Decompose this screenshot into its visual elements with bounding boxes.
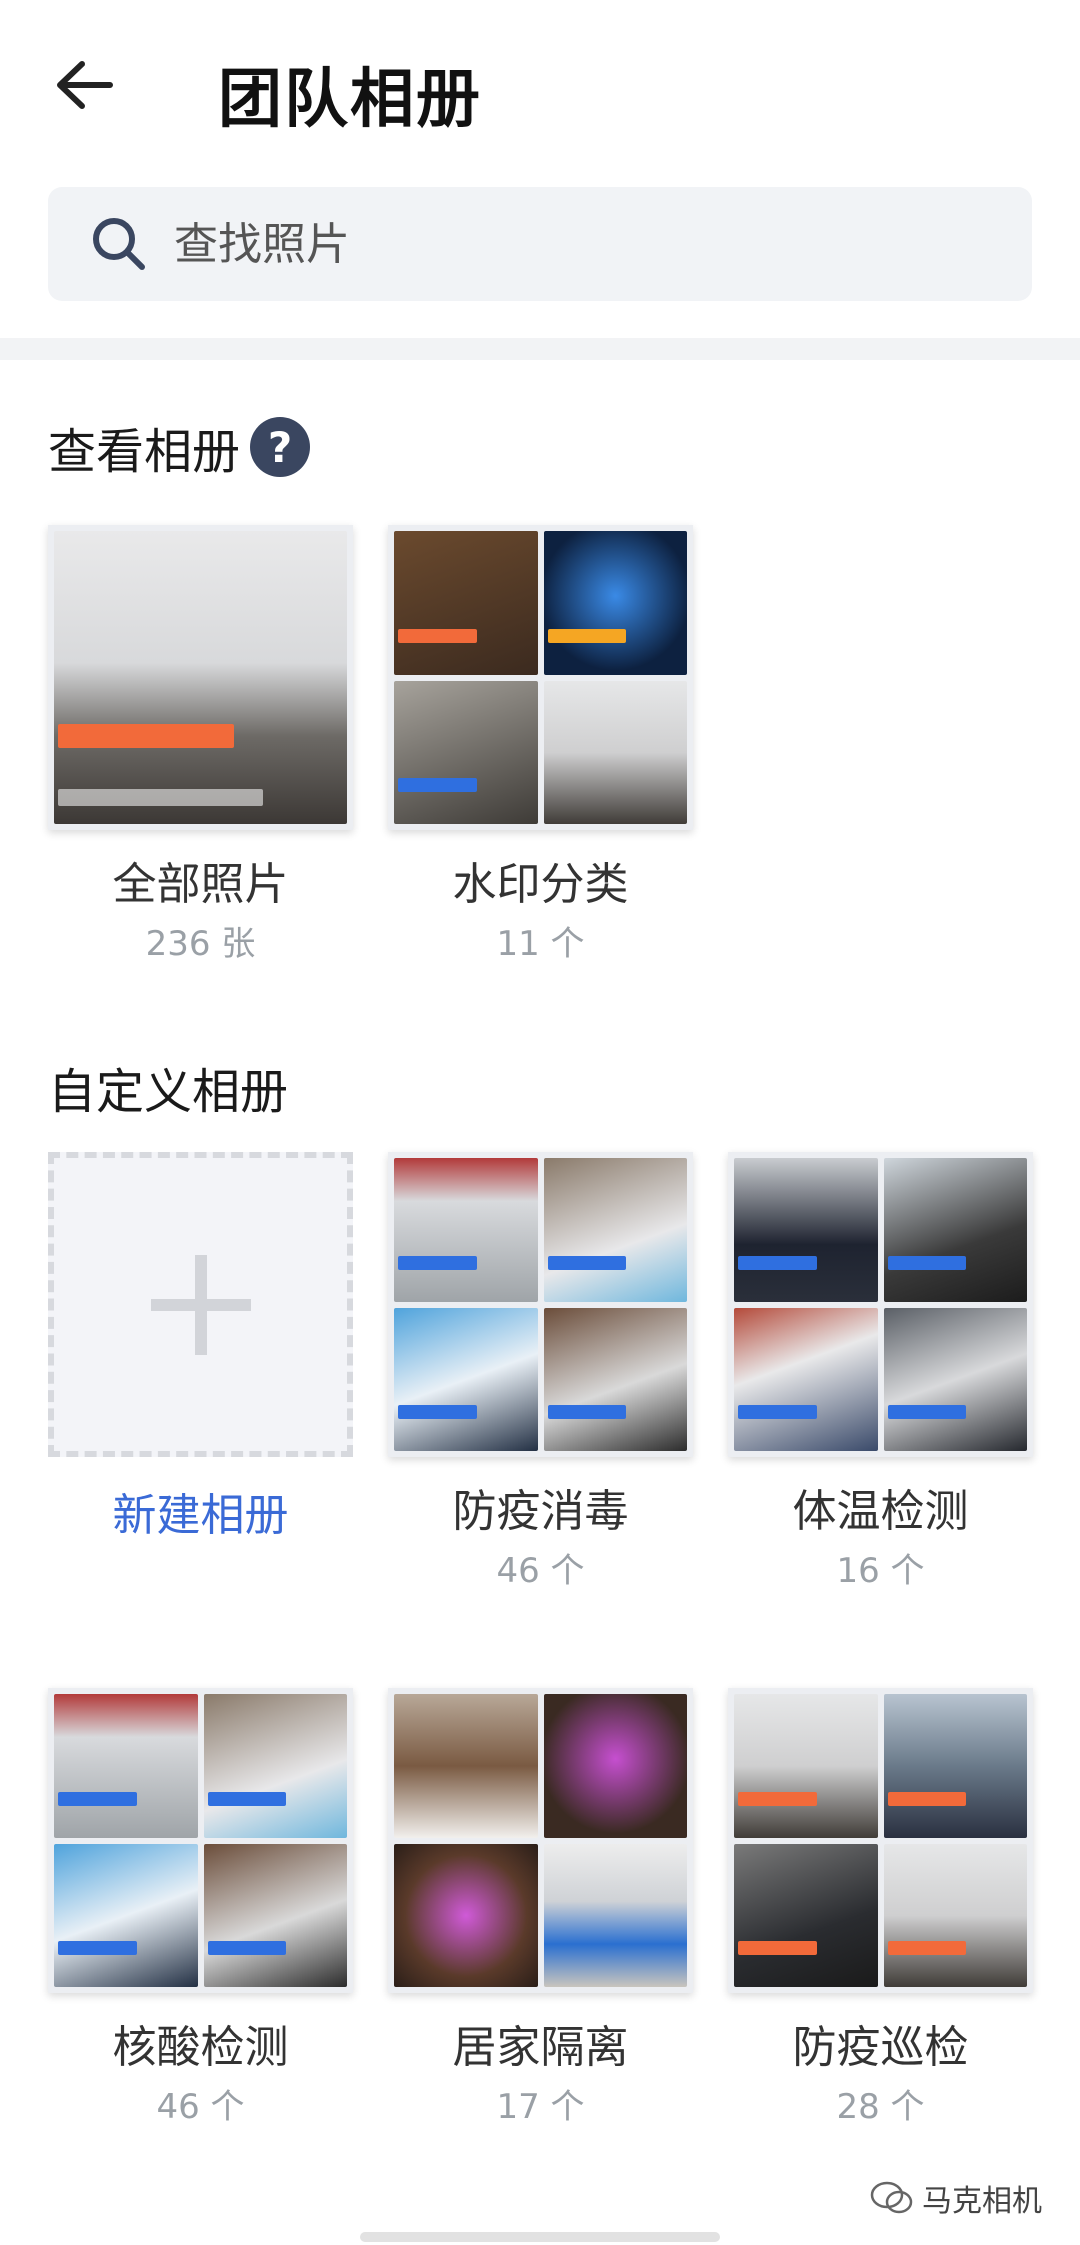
photo-thumbnail [734,1307,878,1451]
album-name: 体温检测 [792,1486,969,1537]
album-cover [48,1688,353,1993]
album-count: 236 张 [145,924,256,964]
album-cover [48,525,353,830]
album-count: 46 个 [496,1551,585,1591]
custom-albums-title: 自定义相册 [48,1064,289,1120]
photo-thumbnail [543,680,687,824]
photo-thumbnail [734,1694,878,1838]
album-nucleic-acid-test[interactable]: 核酸检测 46 个 [48,1688,353,2128]
view-albums-heading: 查看相册 ? [48,412,311,482]
album-count: 46 个 [156,2087,245,2127]
photo-thumbnail [394,1307,538,1451]
album-cover [388,525,693,830]
photo-thumbnail [543,1158,687,1302]
photo-thumbnail [543,531,687,675]
photo-thumbnail [54,1843,198,1987]
album-count: 17 个 [496,2087,585,2127]
new-album-label: 新建相册 [112,1490,289,1541]
search-icon [93,218,145,270]
wechat-icon [870,2181,913,2214]
custom-albums-heading: 自定义相册 [48,1052,288,1122]
album-cover [728,1152,1033,1457]
page-title: 团队相册 [218,63,482,137]
photo-thumbnail [883,1307,1027,1451]
header: 团队相册 [0,0,1080,180]
photo-thumbnail [734,1843,878,1987]
help-icon[interactable]: ? [250,417,311,477]
photo-thumbnail [394,680,538,824]
album-disinfection[interactable]: 防疫消毒 46 个 [388,1152,693,1592]
photo-thumbnail [543,1694,687,1838]
photo-thumbnail [54,1694,198,1838]
photo-thumbnail [54,531,347,824]
section-divider [0,338,1080,360]
album-watermark-category[interactable]: 水印分类 11 个 [388,525,693,965]
album-name: 全部照片 [112,859,289,910]
search-input[interactable] [174,187,994,301]
photo-thumbnail [883,1843,1027,1987]
album-cover [728,1688,1033,1993]
watermark-brand: 马克相机 [870,2176,1042,2220]
album-count: 16 个 [836,1551,925,1591]
photo-thumbnail [394,1843,538,1987]
photo-thumbnail [543,1843,687,1987]
album-name: 水印分类 [452,859,629,910]
album-home-isolation[interactable]: 居家隔离 17 个 [388,1688,693,2128]
album-name: 居家隔离 [452,2022,629,2073]
arrow-left-icon [57,61,113,109]
photo-thumbnail [543,1307,687,1451]
album-all-photos[interactable]: 全部照片 236 张 [48,525,353,965]
photo-thumbnail [203,1694,347,1838]
album-name: 防疫巡检 [792,2022,969,2073]
album-name: 防疫消毒 [452,1486,629,1537]
new-album-tile [48,1152,353,1457]
album-count: 28 个 [836,2087,925,2127]
album-cover [388,1152,693,1457]
brand-name: 马克相机 [922,2184,1042,2219]
photo-thumbnail [883,1694,1027,1838]
new-album-button[interactable]: 新建相册 [48,1152,353,1543]
album-count: 11 个 [496,924,585,964]
back-button[interactable] [40,40,130,130]
album-epidemic-patrol[interactable]: 防疫巡检 28 个 [728,1688,1033,2128]
photo-thumbnail [203,1843,347,1987]
photo-thumbnail [734,1158,878,1302]
album-cover [388,1688,693,1993]
photo-thumbnail [394,1158,538,1302]
search-bar[interactable] [48,187,1032,301]
view-albums-title: 查看相册 [48,424,241,480]
album-name: 核酸检测 [112,2022,289,2073]
album-temperature-check[interactable]: 体温检测 16 个 [728,1152,1033,1592]
photo-thumbnail [394,1694,538,1838]
photo-thumbnail [394,531,538,675]
photo-thumbnail [883,1158,1027,1302]
team-album-page: 团队相册 查看相册 ? 全部照片 236 张 水印分类 11 个 [0,0,1080,2245]
home-indicator [360,2232,720,2242]
plus-icon [150,1254,251,1355]
